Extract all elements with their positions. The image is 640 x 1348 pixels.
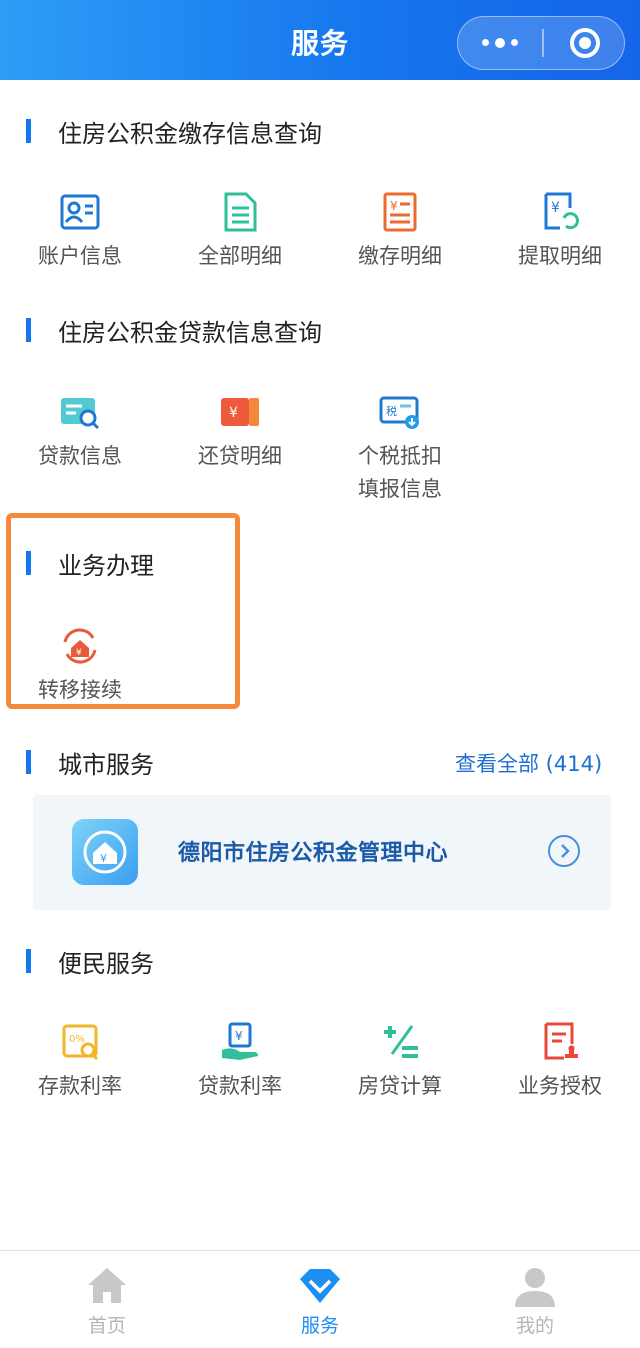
- section-business: 业务办理: [26, 548, 154, 580]
- loan-search-icon: [61, 398, 100, 430]
- more-icon[interactable]: [458, 17, 542, 68]
- grid-item-loan-rate[interactable]: ¥ 贷款利率: [160, 1020, 320, 1103]
- city-service-card[interactable]: ¥ 德阳市住房公积金管理中心: [33, 795, 611, 910]
- calculator-icon: [384, 1025, 418, 1058]
- housing-fund-logo-icon: ¥: [72, 819, 138, 885]
- tab-home[interactable]: 首页: [27, 1251, 187, 1338]
- svg-text:¥: ¥: [551, 200, 560, 216]
- bottom-tab-bar: 首页 服务 我的: [0, 1250, 640, 1348]
- home-icon: [88, 1268, 126, 1303]
- section-title: 业务办理: [58, 551, 154, 580]
- user-icon: [515, 1268, 555, 1307]
- section-convenience: 便民服务: [26, 946, 154, 978]
- grid-item-mortgage-calc[interactable]: 房贷计算: [320, 1020, 480, 1103]
- deposit-rate-icon: 0%: [62, 1024, 99, 1061]
- grid-item-transfer[interactable]: ¥ 转移接续: [0, 624, 160, 707]
- authorization-icon: [544, 1022, 578, 1060]
- svg-text:税: 税: [386, 404, 397, 418]
- tab-mine[interactable]: 我的: [455, 1251, 615, 1338]
- svg-text:¥: ¥: [76, 648, 82, 658]
- document-icon: [224, 192, 257, 232]
- section-loan-query: 住房公积金贷款信息查询: [26, 315, 322, 347]
- svg-text:¥: ¥: [390, 199, 398, 213]
- grid-item-all-details[interactable]: 全部明细: [160, 190, 320, 273]
- tab-services[interactable]: 服务: [240, 1251, 400, 1338]
- grid-item-tax-deduction[interactable]: 税 个税抵扣 填报信息: [320, 390, 480, 506]
- section-title: 住房公积金贷款信息查询: [58, 318, 322, 347]
- deposit-ledger-icon: ¥: [383, 192, 417, 232]
- grid-item-account-info[interactable]: 账户信息: [0, 190, 160, 273]
- svg-text:¥: ¥: [235, 1029, 243, 1043]
- svg-text:¥: ¥: [229, 405, 238, 421]
- withdraw-icon: ¥: [544, 192, 579, 230]
- capsule-divider: [542, 29, 544, 57]
- account-card-icon: [60, 194, 100, 230]
- grid-item-loan-info[interactable]: 贷款信息: [0, 390, 160, 473]
- mini-program-capsule: [457, 16, 625, 70]
- service-diamond-icon: [300, 1269, 340, 1303]
- close-target-icon[interactable]: [570, 28, 600, 58]
- section-title: 住房公积金缴存信息查询: [58, 119, 322, 148]
- section-deposit-query: 住房公积金缴存信息查询: [26, 116, 322, 148]
- svg-text:0%: 0%: [69, 1034, 85, 1045]
- grid-item-deposit-details[interactable]: ¥ 缴存明细: [320, 190, 480, 273]
- chevron-right-icon[interactable]: [548, 835, 580, 867]
- section-title: 便民服务: [58, 949, 154, 978]
- view-all-link[interactable]: 查看全部 (414): [455, 748, 602, 778]
- loan-rate-icon: ¥: [222, 1022, 258, 1060]
- section-title: 城市服务: [58, 750, 154, 779]
- repayment-icon: ¥: [221, 398, 259, 426]
- transfer-icon: ¥: [63, 628, 97, 664]
- grid-item-deposit-rate[interactable]: 0% 存款利率: [0, 1020, 160, 1103]
- grid-item-authorization[interactable]: 业务授权: [480, 1020, 640, 1103]
- title-bar: 服务: [0, 0, 640, 80]
- section-city-services: 城市服务: [26, 747, 154, 779]
- grid-item-repayment-details[interactable]: ¥ 还贷明细: [160, 390, 320, 473]
- grid-item-withdraw-details[interactable]: ¥ 提取明细: [480, 190, 640, 273]
- tax-icon: 税: [379, 396, 419, 429]
- city-service-name: 德阳市住房公积金管理中心: [178, 841, 449, 866]
- svg-text:¥: ¥: [100, 852, 107, 865]
